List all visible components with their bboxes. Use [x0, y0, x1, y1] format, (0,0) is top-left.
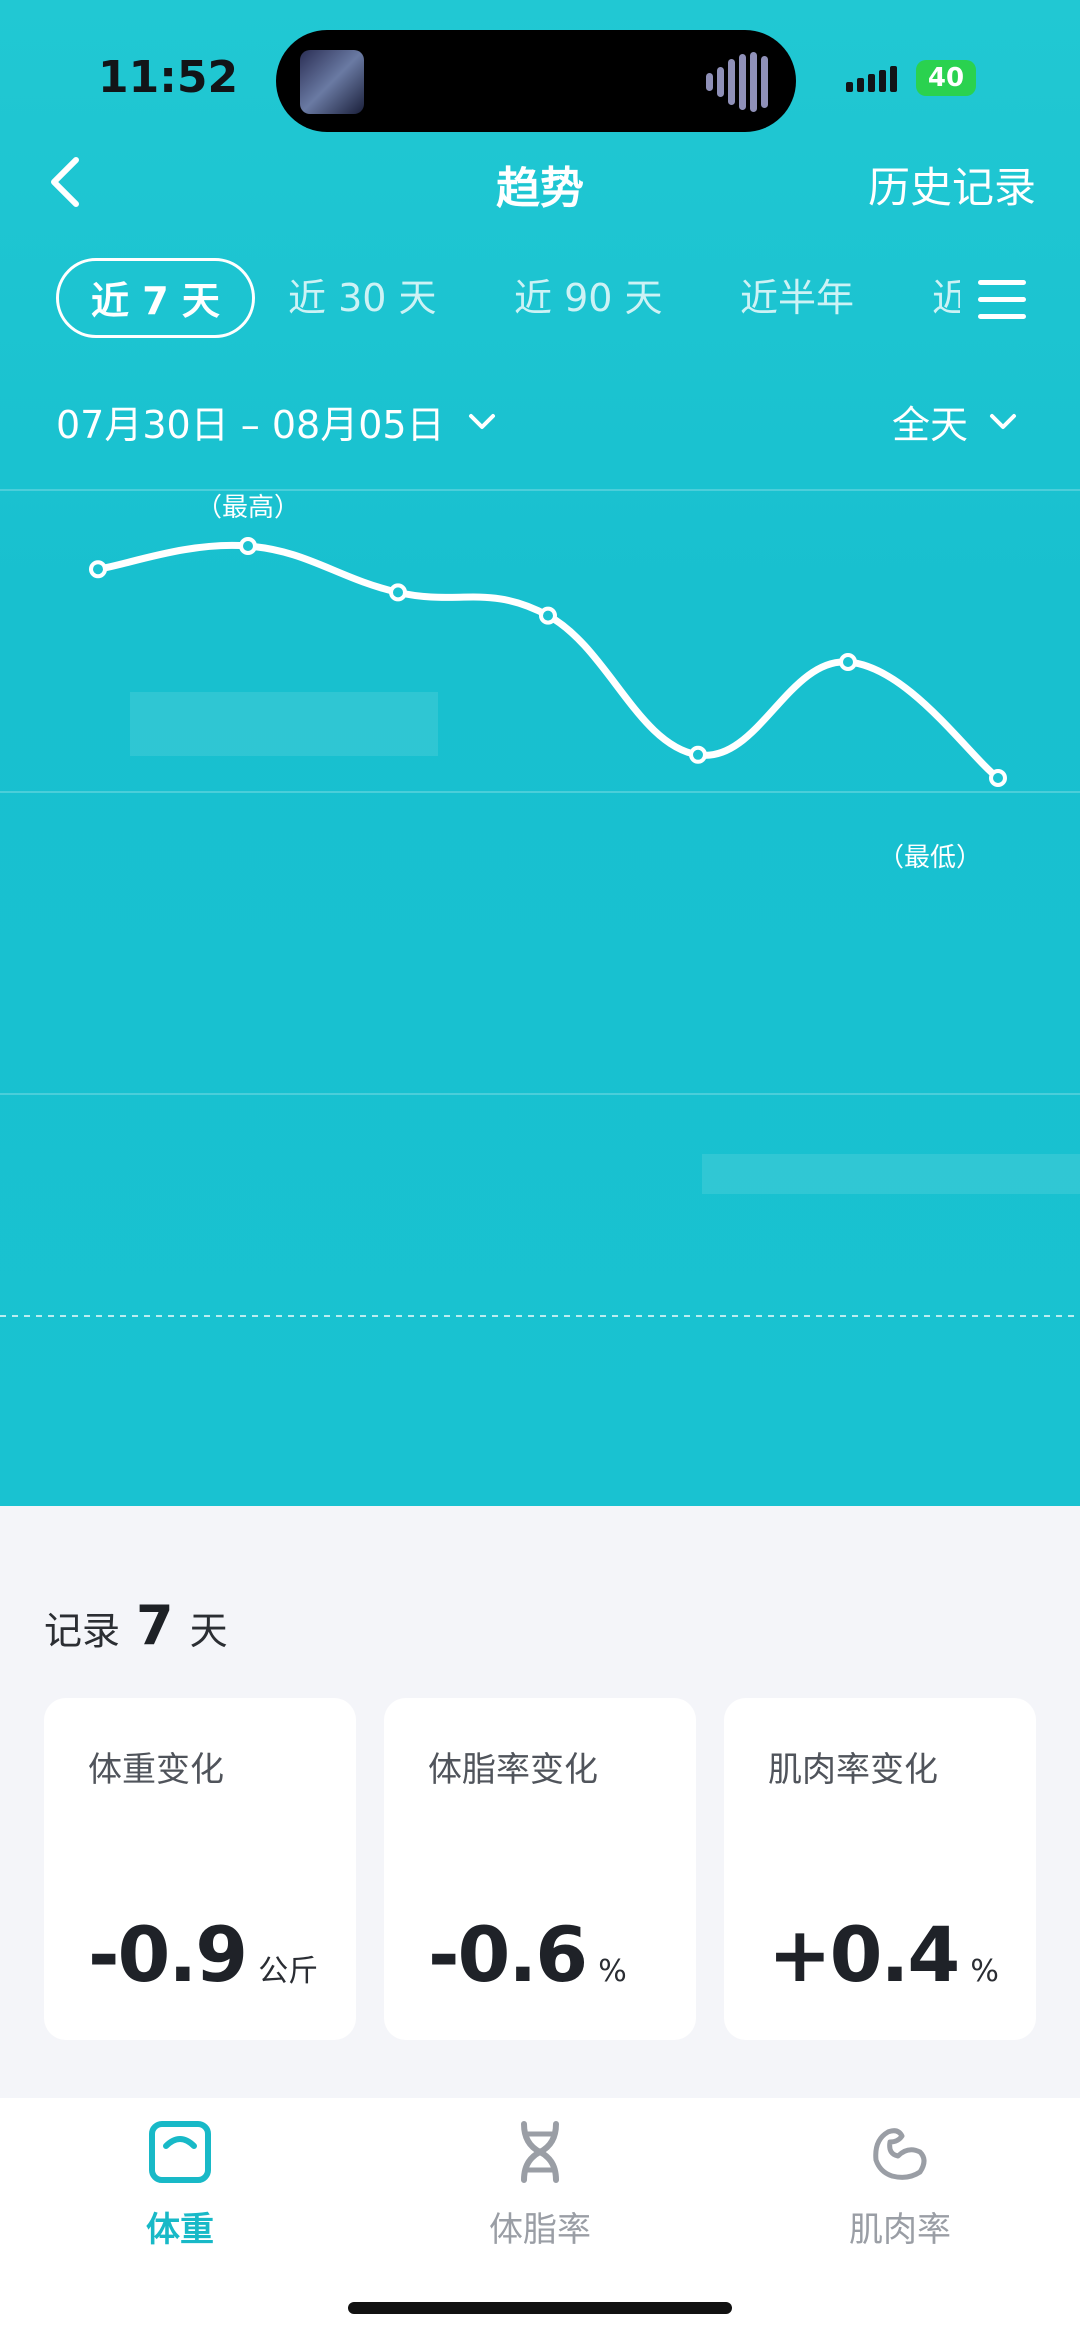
record-prefix: 记录 — [44, 1609, 121, 1653]
weight-trend-chart: （最高） （最低） — [0, 489, 1080, 1317]
time-of-day-selector[interactable]: 全天 — [892, 394, 1018, 449]
record-suffix: 天 — [189, 1609, 228, 1653]
muscle-arm-icon — [873, 2128, 927, 2180]
dna-icon — [521, 2121, 559, 2183]
card-label: 肌肉率变化 — [768, 1750, 938, 1790]
value-unit: 公斤 — [258, 1954, 319, 1989]
now-playing-artwork — [300, 50, 364, 114]
data-point[interactable] — [539, 606, 557, 625]
chevron-down-icon — [990, 413, 1016, 429]
dynamic-island — [276, 30, 796, 132]
value-unit: % — [598, 1954, 627, 1989]
cellular-signal-icon — [846, 66, 897, 92]
trend-header-panel: 11:52 40 趋势 历史记录 近 7 天 近 30 天 近 90 天 近半年 — [0, 0, 1080, 1506]
audio-wave-icon — [706, 52, 770, 112]
tabbar-item-body-fat[interactable]: 体脂率 — [440, 2120, 640, 2251]
card-label: 体重变化 — [88, 1750, 224, 1790]
tabbar-item-weight[interactable]: 体重 — [80, 2120, 280, 2251]
tab-half-year[interactable]: 近半年 — [740, 258, 854, 338]
period-tabs: 近 7 天 近 30 天 近 90 天 近半年 近 — [0, 258, 960, 344]
record-days: 7 — [136, 1594, 174, 1657]
chevron-down-icon — [468, 413, 495, 429]
card-label: 体脂率变化 — [428, 1750, 598, 1790]
data-point[interactable] — [389, 583, 407, 602]
card-value: -0.9 公斤 — [88, 1910, 318, 1999]
value-number: -0.9 — [88, 1910, 248, 1999]
home-indicator — [348, 2302, 732, 2314]
tabbar-label: 体重 — [146, 2210, 214, 2250]
value-number: -0.6 — [428, 1910, 588, 1999]
tabbar-label: 体脂率 — [489, 2210, 591, 2250]
record-summary: 记录 7 天 — [44, 1594, 228, 1657]
date-range-label: 07月30日 – 08月05日 — [56, 403, 445, 447]
battery-icon: 40 — [916, 60, 976, 96]
value-number: +0.4 — [768, 1910, 960, 1999]
weight-change-card[interactable]: 体重变化 -0.9 公斤 — [44, 1698, 356, 2040]
date-range-selector[interactable]: 07月30日 – 08月05日 — [56, 394, 497, 449]
history-button[interactable]: 历史记录 — [868, 154, 1036, 215]
trend-screen: 11:52 40 趋势 历史记录 近 7 天 近 30 天 近 90 天 近半年 — [0, 0, 1080, 2341]
tab-7-days[interactable]: 近 7 天 — [56, 258, 255, 338]
tab-more[interactable]: 近 — [932, 258, 960, 338]
tab-90-days[interactable]: 近 90 天 — [514, 258, 663, 338]
max-value-bubble — [130, 692, 438, 756]
data-point[interactable] — [839, 653, 857, 671]
scale-icon — [149, 2121, 211, 2183]
tabbar-label: 肌肉率 — [849, 2210, 951, 2250]
data-point[interactable] — [239, 537, 257, 555]
status-time: 11:52 — [98, 52, 239, 103]
time-of-day-label: 全天 — [891, 403, 968, 447]
max-point-label: （最高） — [196, 493, 300, 523]
tab-30-days[interactable]: 近 30 天 — [288, 258, 437, 338]
data-point[interactable] — [89, 560, 107, 579]
body-fat-change-card[interactable]: 体脂率变化 -0.6 % — [384, 1698, 696, 2040]
battery-level: 40 — [927, 63, 965, 93]
min-value-bubble — [702, 1154, 1080, 1194]
menu-icon[interactable] — [978, 280, 1026, 320]
min-point-label: （最低） — [878, 843, 982, 873]
muscle-rate-change-card[interactable]: 肌肉率变化 +0.4 % — [724, 1698, 1036, 2040]
card-value: -0.6 % — [428, 1910, 627, 1999]
data-point[interactable] — [989, 769, 1007, 787]
card-value: +0.4 % — [768, 1910, 999, 1999]
data-point[interactable] — [689, 745, 707, 764]
tabbar-item-muscle[interactable]: 肌肉率 — [800, 2120, 1000, 2251]
value-unit: % — [970, 1954, 999, 1989]
